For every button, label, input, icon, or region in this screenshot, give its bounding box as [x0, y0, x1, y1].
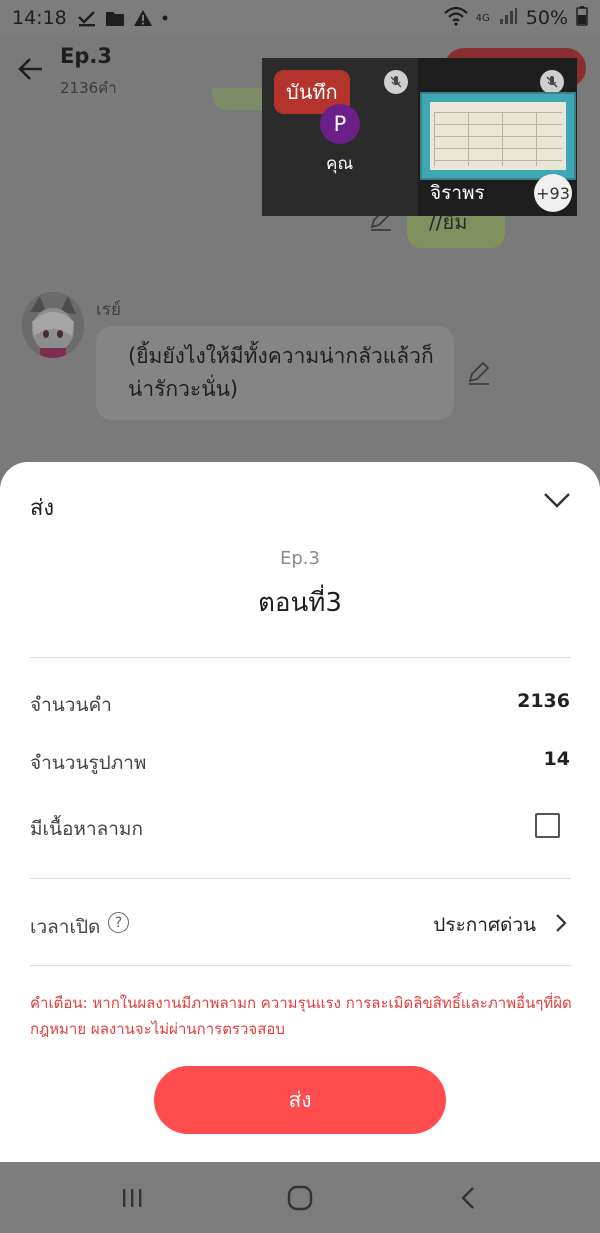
help-icon[interactable]: ?: [108, 912, 129, 933]
home-icon[interactable]: [280, 1180, 320, 1216]
back-arrow-icon[interactable]: [16, 54, 46, 84]
video-call-overlay[interactable]: บันทึก P คุณ จิราพร +93: [262, 58, 577, 216]
warning-icon: [133, 9, 153, 27]
divider: [30, 657, 571, 658]
participant-count-badge[interactable]: +93: [534, 174, 572, 212]
sheet-title: ส่ง: [30, 496, 55, 521]
remote-video-tile[interactable]: จิราพร +93: [418, 58, 577, 216]
edit-icon[interactable]: [466, 360, 492, 390]
wifi-icon: [443, 6, 468, 31]
avatar: P: [320, 104, 360, 144]
word-count: 2136คำ: [60, 79, 117, 97]
status-bar: 14:18 4G 50%: [0, 0, 600, 36]
remote-name: จิราพร: [430, 182, 485, 204]
status-time: 14:18: [12, 7, 67, 29]
divider: [30, 965, 571, 966]
warning-text: คำเตือน: หากในผลงานมีภาพลามก ความรุนแรง …: [30, 994, 572, 1038]
character-name: เรย์: [96, 300, 121, 320]
recents-icon[interactable]: [112, 1180, 152, 1216]
adult-content-label: มีเนื้อหาลามก: [30, 818, 143, 840]
signal-icon: [498, 7, 518, 30]
chevron-down-icon[interactable]: [542, 488, 572, 512]
word-count-value: 2136: [517, 690, 570, 712]
chat-bubble-left: (ยิ้มยังไงให้มีทั้งความน่ากลัวแล้วก็น่าร…: [96, 326, 454, 420]
image-count-value: 14: [543, 748, 570, 770]
open-time-value[interactable]: ประกาศด่วน: [433, 910, 536, 940]
open-time-label: เวลาเปิด: [30, 916, 101, 938]
divider: [30, 878, 571, 879]
adult-content-checkbox[interactable]: [535, 813, 560, 838]
word-count-label: จำนวนคำ: [30, 694, 112, 716]
mic-off-icon: [540, 70, 564, 94]
page-title: Ep.3: [60, 44, 112, 68]
mic-off-icon: [384, 70, 408, 94]
character-avatar[interactable]: [22, 292, 84, 358]
battery-icon: [576, 5, 588, 31]
episode-name: ตอนที่3: [258, 588, 342, 618]
check-download-icon: [77, 9, 97, 27]
folder-icon: [105, 10, 125, 27]
shared-screen-thumbnail: [420, 92, 576, 180]
episode-number: Ep.3: [280, 548, 320, 569]
battery-percent: 50%: [525, 7, 568, 29]
image-count-label: จำนวนรูปภาพ: [30, 752, 147, 774]
nav-bar: [0, 1162, 600, 1233]
send-bottom-sheet: ส่ง Ep.3 ตอนที่3 จำนวนคำ 2136 จำนวนรูปภา…: [0, 462, 600, 1162]
back-nav-icon[interactable]: [448, 1180, 488, 1216]
network-type: 4G: [475, 12, 490, 24]
send-button[interactable]: ส่ง: [154, 1066, 446, 1134]
self-label: คุณ: [326, 154, 354, 174]
chevron-right-icon[interactable]: [554, 912, 568, 938]
dot-indicator: [161, 14, 169, 22]
